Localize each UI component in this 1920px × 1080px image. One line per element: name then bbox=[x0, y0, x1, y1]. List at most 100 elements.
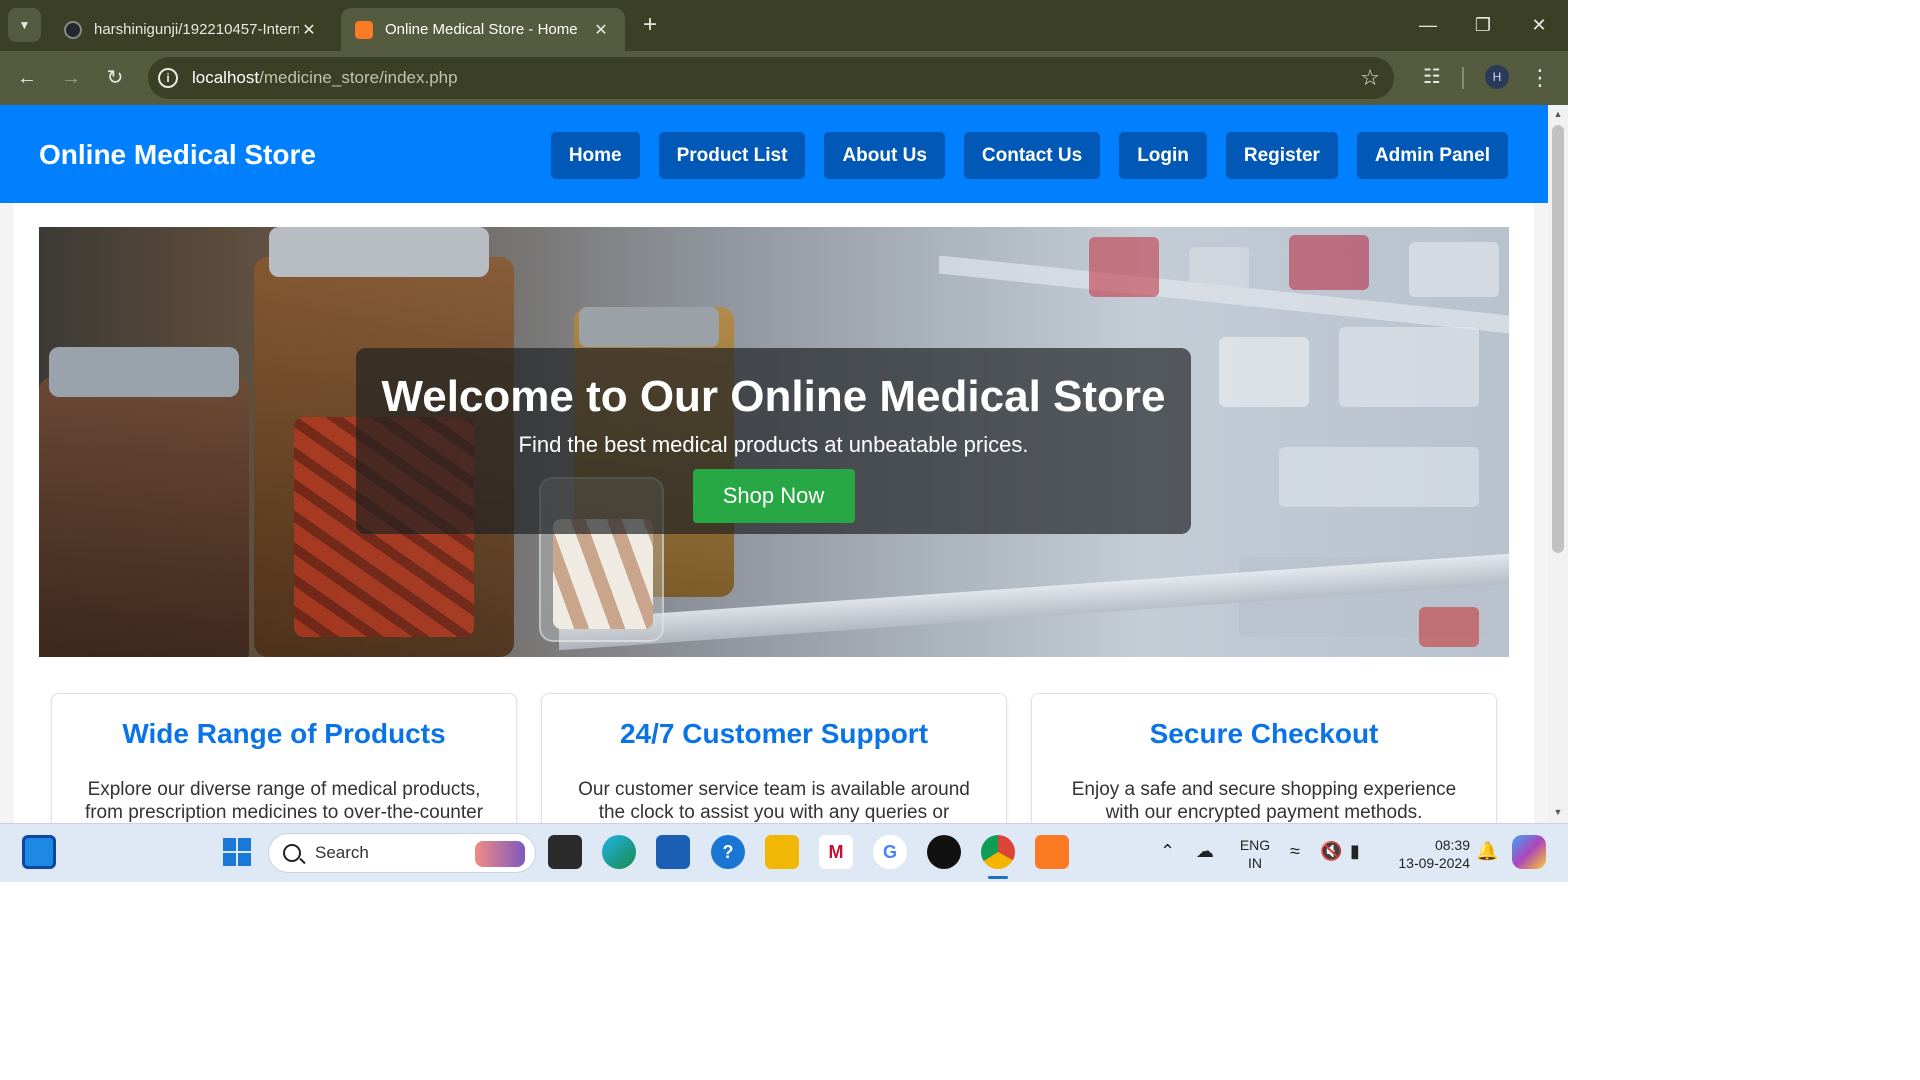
nav-admin-panel[interactable]: Admin Panel bbox=[1356, 132, 1508, 179]
hero-bokeh bbox=[1279, 447, 1479, 507]
hero-bokeh bbox=[1219, 337, 1309, 407]
nav-product-list[interactable]: Product List bbox=[658, 132, 806, 179]
notification-bell-icon[interactable]: 🔔 bbox=[1476, 841, 1498, 862]
bookmark-star-icon[interactable]: ☆ bbox=[1360, 65, 1380, 91]
wifi-icon[interactable]: ≈ bbox=[1290, 841, 1300, 862]
features-row: Wide Range of Products Explore our diver… bbox=[51, 693, 1497, 823]
search-highlight-icon bbox=[475, 841, 525, 867]
new-tab-button[interactable]: + bbox=[636, 12, 664, 40]
scroll-up-icon[interactable]: ▲ bbox=[1552, 109, 1564, 119]
reload-icon[interactable]: ↻ bbox=[101, 64, 129, 92]
search-icon bbox=[283, 844, 301, 862]
page-scrollbar[interactable]: ▲ ▼ bbox=[1548, 105, 1568, 823]
close-tab-icon[interactable]: ✕ bbox=[591, 20, 611, 40]
url-text: localhost/medicine_store/index.php bbox=[192, 68, 458, 87]
help-icon[interactable]: ? bbox=[711, 835, 745, 869]
extensions-icon[interactable]: ☷ bbox=[1418, 63, 1446, 91]
hero-capsules bbox=[553, 519, 653, 629]
feature-desc: Explore our diverse range of medical pro… bbox=[84, 779, 484, 823]
active-app-indicator bbox=[988, 876, 1008, 879]
hero-bokeh bbox=[1339, 327, 1479, 407]
tab-github[interactable]: harshinigunji/192210457-Intern ✕ bbox=[50, 8, 333, 51]
region-code: IN bbox=[1248, 855, 1262, 871]
edge-icon[interactable] bbox=[602, 835, 636, 869]
github-desktop-icon[interactable] bbox=[927, 835, 961, 869]
windows-taskbar: Search ? M G ⌃ ☁ ENG IN ≈ 🔇 ▮ 08:39 13-0… bbox=[0, 823, 1568, 882]
close-tab-icon[interactable]: ✕ bbox=[299, 20, 319, 40]
scroll-down-icon[interactable]: ▼ bbox=[1552, 807, 1564, 817]
taskbar-search-text: Search bbox=[315, 843, 369, 862]
feature-card: 24/7 Customer Support Our customer servi… bbox=[541, 693, 1007, 823]
forward-icon[interactable]: → bbox=[57, 64, 85, 92]
language-indicator[interactable]: ENG IN bbox=[1238, 836, 1272, 872]
hero-bokeh bbox=[1289, 235, 1369, 290]
xampp-taskbar-icon[interactable] bbox=[1035, 835, 1069, 869]
tab-title: Online Medical Store - Home bbox=[385, 21, 578, 38]
hero-overlay: Welcome to Our Online Medical Store Find… bbox=[356, 348, 1191, 534]
task-view-icon[interactable] bbox=[548, 835, 582, 869]
hero-title: Welcome to Our Online Medical Store bbox=[381, 372, 1166, 421]
mcafee-icon[interactable]: M bbox=[819, 835, 853, 869]
nav-contact-us[interactable]: Contact Us bbox=[963, 132, 1101, 179]
tray-overflow-icon[interactable]: ⌃ bbox=[1160, 841, 1175, 862]
site-header: Online Medical Store Home Product List A… bbox=[0, 105, 1548, 203]
address-bar[interactable]: i localhost/medicine_store/index.php ☆ bbox=[148, 57, 1394, 99]
restore-icon[interactable]: ❐ bbox=[1468, 10, 1498, 40]
scrollbar-thumb[interactable] bbox=[1552, 125, 1564, 553]
main-content: Welcome to Our Online Medical Store Find… bbox=[14, 203, 1534, 823]
nav-about-us[interactable]: About Us bbox=[824, 132, 945, 179]
volume-muted-icon[interactable]: 🔇 bbox=[1320, 841, 1342, 862]
feature-title: Secure Checkout bbox=[1149, 718, 1379, 749]
clock-date: 13-09-2024 bbox=[1398, 855, 1470, 871]
tab-title: harshinigunji/192210457-Intern bbox=[94, 21, 299, 38]
taskbar-search[interactable]: Search bbox=[268, 833, 536, 873]
clock[interactable]: 08:39 13-09-2024 bbox=[1384, 836, 1470, 872]
chevron-down-icon: ▼ bbox=[18, 18, 31, 32]
widgets-icon[interactable] bbox=[22, 835, 56, 869]
nav-login[interactable]: Login bbox=[1119, 132, 1207, 179]
xampp-icon bbox=[355, 20, 373, 39]
store-icon[interactable] bbox=[656, 835, 690, 869]
back-icon[interactable]: ← bbox=[13, 64, 41, 92]
menu-kebab-icon[interactable]: ⋮ bbox=[1528, 63, 1552, 93]
minimize-icon[interactable]: — bbox=[1413, 10, 1443, 40]
battery-icon[interactable]: ▮ bbox=[1350, 841, 1360, 862]
site-brand[interactable]: Online Medical Store bbox=[39, 139, 316, 171]
clock-time: 08:39 bbox=[1434, 837, 1470, 853]
feature-desc: Our customer service team is available a… bbox=[578, 779, 970, 823]
feature-card: Secure Checkout Enjoy a safe and secure … bbox=[1031, 693, 1497, 823]
copilot-icon[interactable] bbox=[1512, 835, 1546, 869]
feature-title: Wide Range of Products bbox=[122, 718, 446, 749]
tab-medical-store[interactable]: Online Medical Store - Home ✕ bbox=[341, 8, 625, 51]
feature-card: Wide Range of Products Explore our diver… bbox=[51, 693, 517, 823]
tab-search-button[interactable]: ▼ bbox=[8, 8, 41, 42]
shop-now-button[interactable]: Shop Now bbox=[692, 469, 855, 523]
hero-bokeh bbox=[1189, 247, 1249, 297]
main-nav: Home Product List About Us Contact Us Lo… bbox=[550, 132, 1508, 179]
chrome-icon[interactable] bbox=[981, 835, 1015, 869]
hero-jar-cap bbox=[269, 227, 489, 277]
toolbar-divider bbox=[1462, 67, 1464, 89]
close-window-icon[interactable]: ✕ bbox=[1524, 10, 1554, 40]
weather-icon[interactable]: ☁ bbox=[1196, 841, 1214, 862]
browser-toolbar: ← → ↻ i localhost/medicine_store/index.p… bbox=[0, 51, 1568, 105]
hero-jar-cap bbox=[579, 307, 719, 347]
nav-home[interactable]: Home bbox=[550, 132, 640, 179]
file-explorer-icon[interactable] bbox=[765, 835, 799, 869]
hero-bokeh bbox=[1419, 607, 1479, 647]
github-icon bbox=[64, 20, 82, 39]
start-icon[interactable] bbox=[220, 835, 254, 869]
hero-jar-cap bbox=[49, 347, 239, 397]
feature-title: 24/7 Customer Support bbox=[619, 718, 929, 749]
hero-subtitle: Find the best medical products at unbeat… bbox=[518, 432, 1029, 457]
hero-banner: Welcome to Our Online Medical Store Find… bbox=[39, 227, 1509, 657]
site-info-icon[interactable]: i bbox=[158, 68, 178, 88]
google-icon[interactable]: G bbox=[873, 835, 907, 869]
language-code: ENG bbox=[1239, 837, 1271, 853]
hero-bokeh bbox=[1409, 242, 1499, 297]
profile-avatar[interactable]: H bbox=[1485, 65, 1509, 89]
hero-jar bbox=[39, 377, 249, 657]
hero-bokeh bbox=[1089, 237, 1159, 297]
page-viewport: Online Medical Store Home Product List A… bbox=[0, 105, 1548, 823]
nav-register[interactable]: Register bbox=[1225, 132, 1338, 179]
